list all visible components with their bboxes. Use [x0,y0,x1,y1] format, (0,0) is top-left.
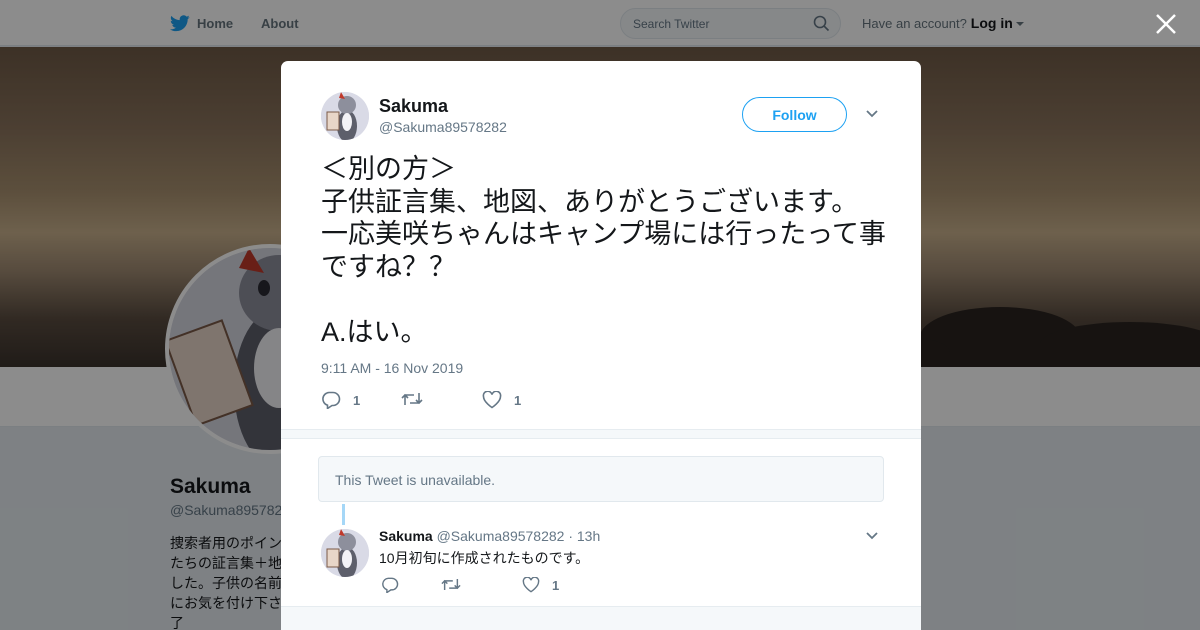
tweet-actions: 1 1 [321,391,621,411]
author-handle[interactable]: @Sakuma89578282 [379,119,507,135]
close-icon[interactable] [1154,12,1178,36]
chevron-down-icon[interactable] [865,531,879,541]
tweet-modal: Sakuma @Sakuma89578282 Follow ＜別の方＞ 子供証言… [281,61,921,630]
reply-retweet-action[interactable] [441,577,473,592]
section-divider [281,429,921,439]
reply-like-count: 1 [552,577,560,593]
reply-text: 10月初旬に作成されたものです。 [379,550,590,566]
like-icon [482,391,502,409]
like-action[interactable]: 1 [482,391,521,409]
retweet-icon [401,393,423,405]
tweet-text: ＜別の方＞ 子供証言集、地図、ありがとうございます。 一応美咲ちゃんはキャンプ場… [321,154,886,347]
reply-icon [382,577,399,593]
follow-button[interactable]: Follow [742,97,847,132]
reply-action[interactable]: 1 [321,391,360,409]
reply-actions: 1 [381,577,681,597]
author-avatar[interactable] [321,92,369,140]
reply-count: 1 [353,392,361,408]
tweet-timestamp[interactable]: 9:11 AM - 16 Nov 2019 [321,360,463,376]
retweet-icon [441,579,461,590]
like-icon [522,577,540,593]
modal-footer [281,606,921,630]
reply-icon [322,391,341,409]
reply-author-handle[interactable]: @Sakuma89578282 [437,528,565,544]
reply-header: Sakuma @Sakuma89578282 · 13h [379,528,600,544]
thread-connector [342,504,345,525]
like-count: 1 [514,392,522,408]
chevron-down-icon[interactable] [865,109,879,119]
unavailable-tweet-notice: This Tweet is unavailable. [318,456,884,502]
retweet-action[interactable] [401,391,435,407]
reply-time[interactable]: · 13h [568,528,600,544]
reply-author-avatar[interactable] [321,529,369,577]
reply-like-action[interactable]: 1 [522,577,559,593]
reply-author-name[interactable]: Sakuma [379,528,433,544]
reply-reply-action[interactable] [381,577,411,593]
author-name[interactable]: Sakuma [379,96,448,117]
